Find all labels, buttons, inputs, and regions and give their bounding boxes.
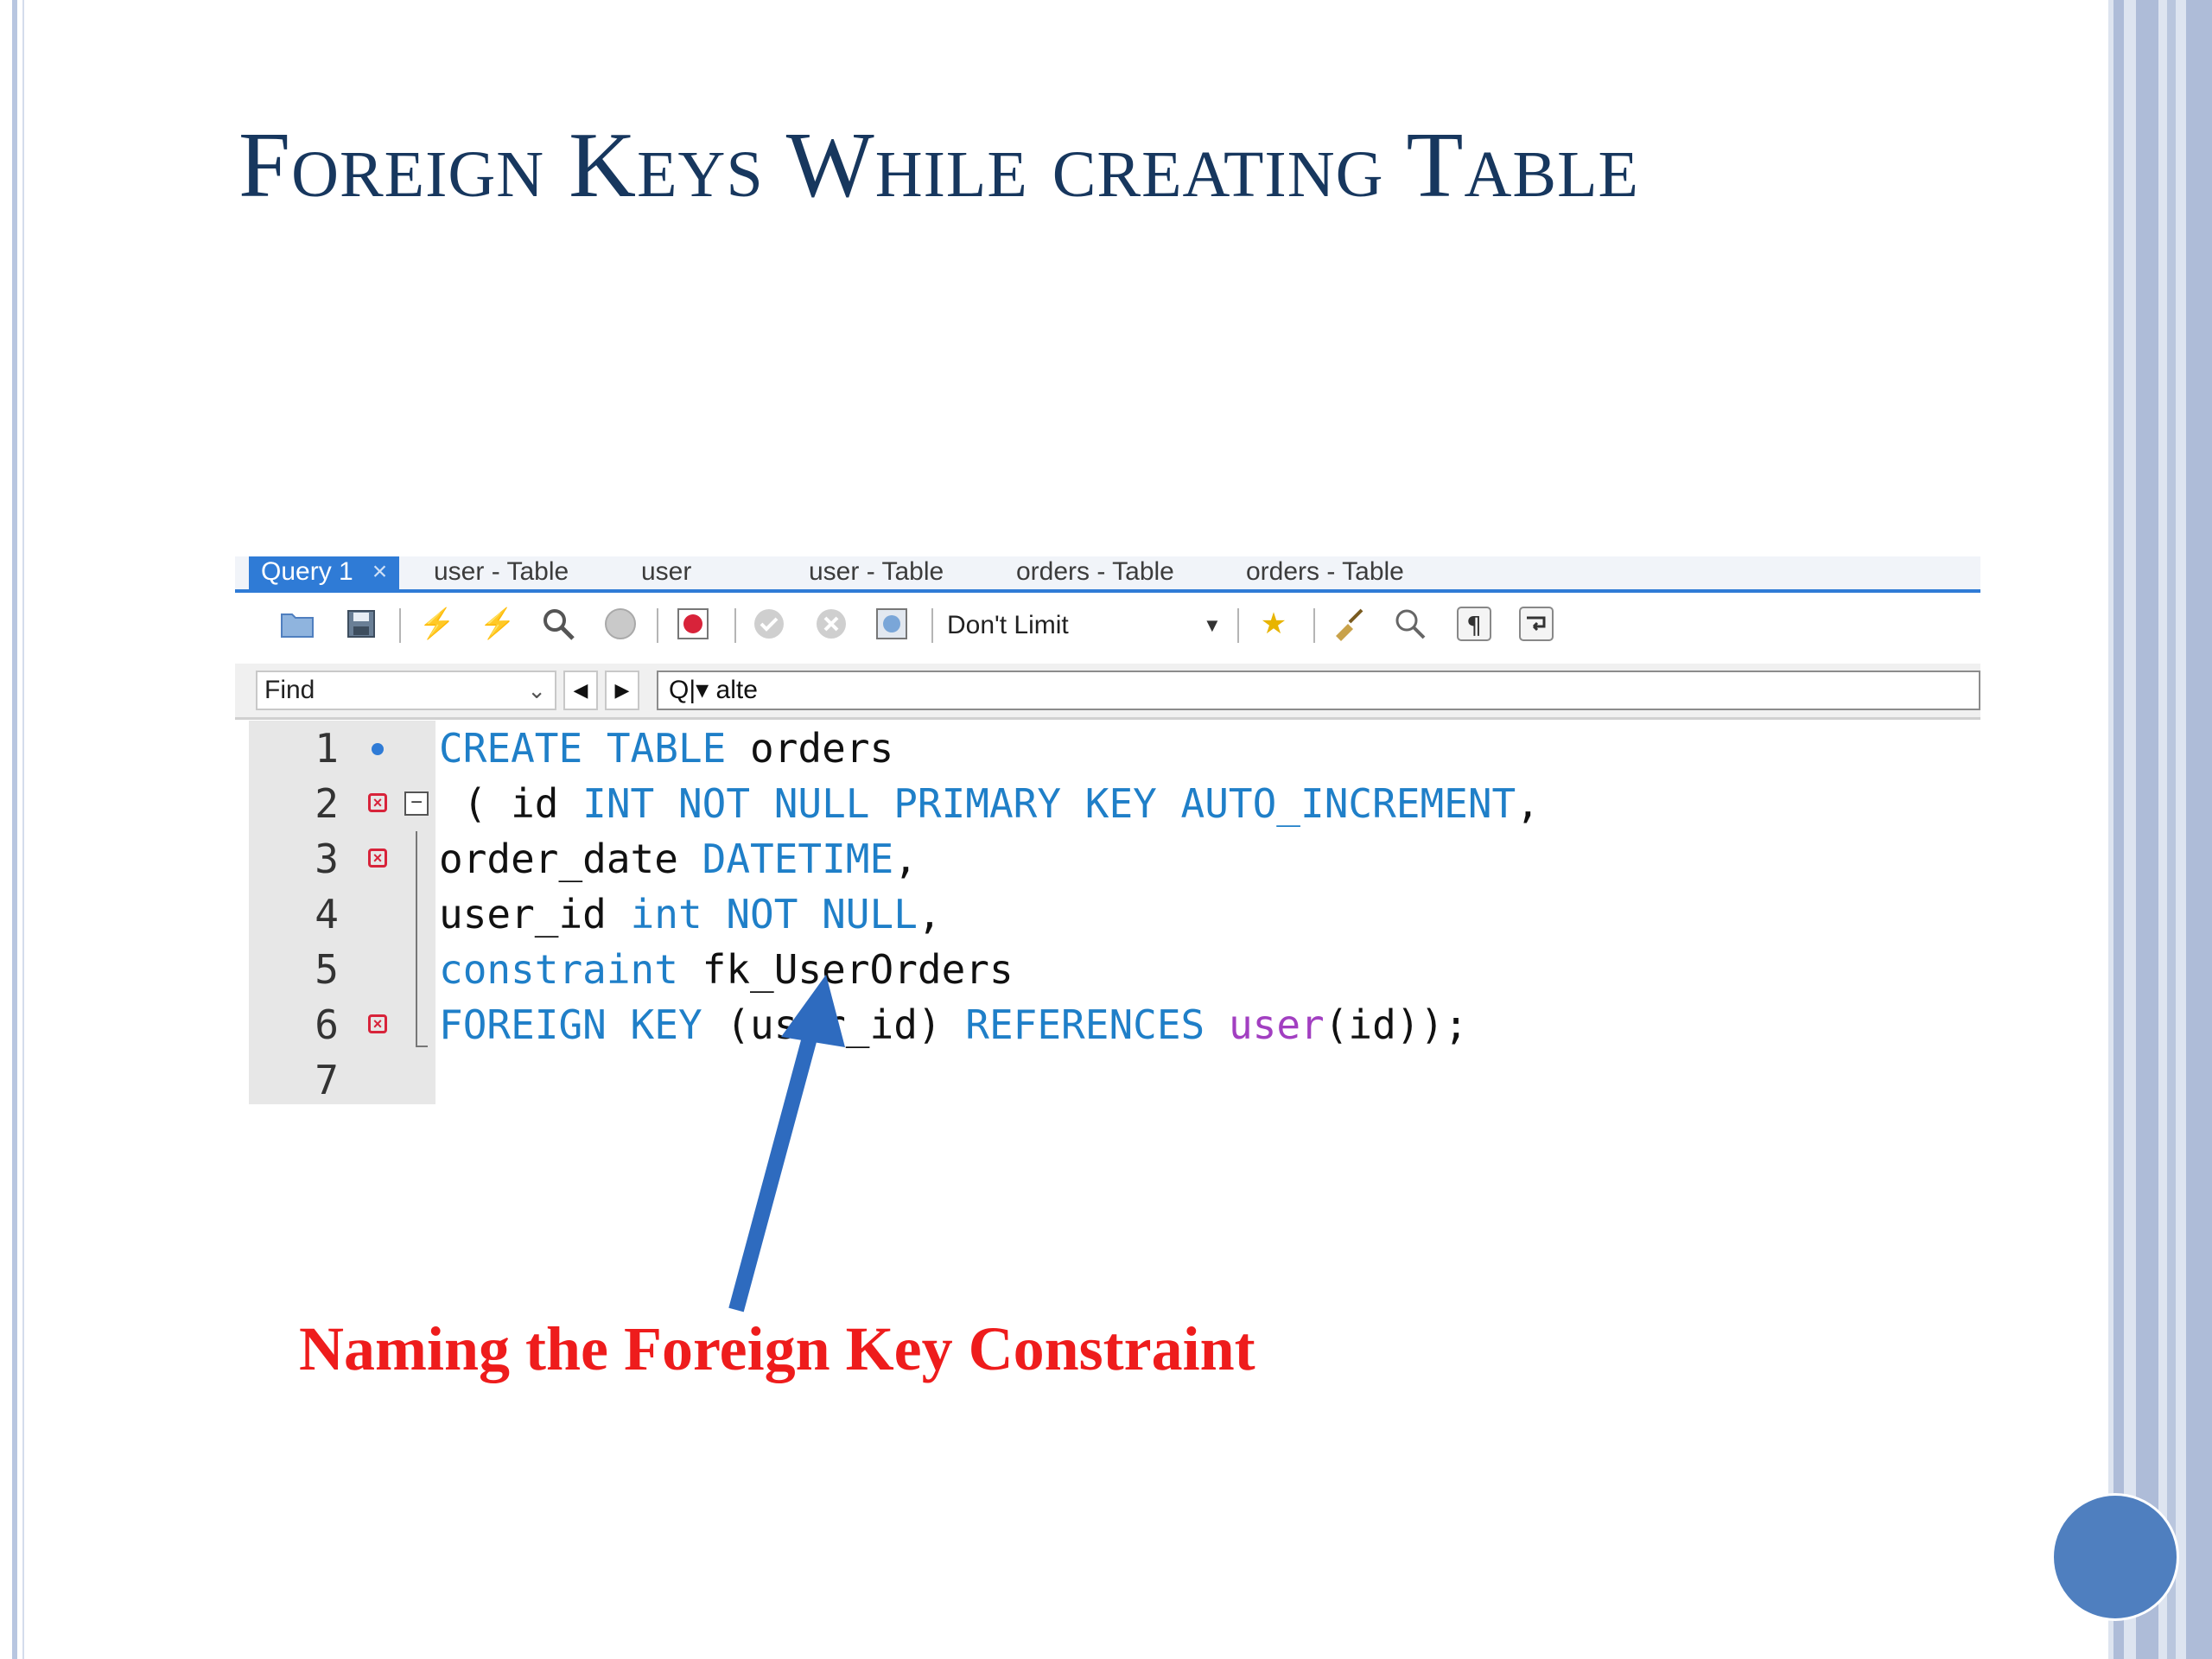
annotation-arrow (728, 975, 845, 1313)
arrow-head (781, 975, 845, 1047)
annotation-caption: Naming the Foreign Key Constraint (299, 1314, 1255, 1383)
arrow-shaft (728, 1026, 820, 1313)
